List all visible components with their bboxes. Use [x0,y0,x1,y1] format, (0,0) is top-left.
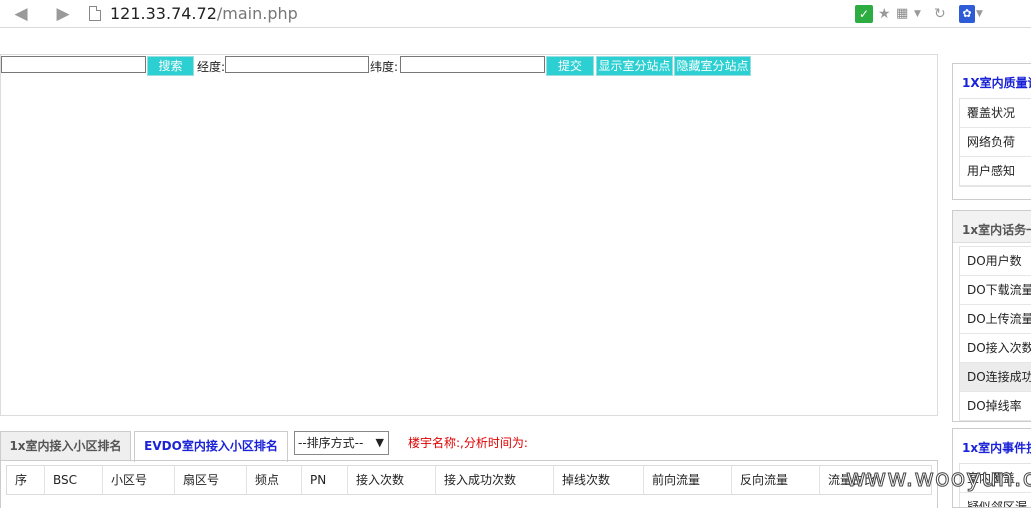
column-header[interactable]: PN [302,466,348,494]
sort-select-value: --排序方式-- [298,436,364,450]
menu-item-coverage[interactable]: 覆盖状况 [960,99,1031,128]
extension-icon[interactable]: ✓ [855,5,873,23]
paw-icon[interactable]: ✿ [959,5,975,23]
menu-item-neighbor-miss[interactable]: 疑似邻区漏 [960,493,1031,507]
panel-title: 1X室内质量评 [962,76,1031,90]
column-header[interactable]: 反向流量 [732,466,820,494]
url-host: 121.33.74.72 [110,4,217,23]
tab-evdo-ranking[interactable]: EVDO室内接入小区排名 [134,431,288,462]
latitude-label: 纬度: [370,60,399,74]
address-bar[interactable]: 121.33.74.72/main.php [110,4,298,23]
chevron-down-icon[interactable]: ▼ [976,5,983,23]
column-header[interactable]: 接入次数 [348,466,436,494]
menu-item-do-download[interactable]: DO下载流量 [960,276,1031,305]
forward-icon[interactable]: ▶ [52,4,74,24]
watermark: www.wooyun.org [846,464,1031,493]
browser-toolbar: ◀ ▶ 121.33.74.72/main.php ✓ ★ ▦ ▼ ↻ ✿ ▼ [0,0,1031,28]
menu-item-do-drop[interactable]: DO掉线率 [960,392,1031,421]
column-header[interactable]: 扇区号 [175,466,247,494]
longitude-label: 经度: [197,60,226,74]
show-sites-button[interactable]: 显示室分站点 [596,56,673,76]
quality-eval-panel: 1X室内质量评 覆盖状况 网络负荷 用户感知 [952,63,1031,200]
tab-1x-ranking[interactable]: 1x室内接入小区排名 [0,431,131,461]
map-panel[interactable] [0,54,938,416]
search-button[interactable]: 搜索 [147,56,194,76]
page-icon [89,6,101,21]
menu-item-do-success[interactable]: DO连接成功 [960,363,1031,392]
chevron-down-icon: ▼ [375,436,384,449]
column-header[interactable]: 接入成功次数 [436,466,554,494]
column-header[interactable]: 序 [7,466,45,494]
menu-item-perception[interactable]: 用户感知 [960,157,1031,186]
traffic-panel: 1x室内话务一 DO用户数 DO下载流量 DO上传流量 DO接入次数 DO连接成… [952,210,1031,422]
panel-title: 1x室内事件技 [962,441,1031,455]
menu-list: DO用户数 DO下载流量 DO上传流量 DO接入次数 DO连接成功 DO掉线率 [959,246,1031,421]
column-header[interactable]: BSC [45,466,103,494]
menu-item-do-upload[interactable]: DO上传流量 [960,305,1031,334]
latitude-input[interactable] [400,56,545,73]
qr-icon[interactable]: ▦ [896,5,908,23]
refresh-icon[interactable]: ↻ [934,5,946,23]
table-header: 序 BSC 小区号 扇区号 频点 PN 接入次数 接入成功次数 掉线次数 前向流… [6,465,932,495]
building-info: 楼宇名称:,分析时间为: [408,436,528,450]
star-icon[interactable]: ★ [878,5,891,23]
chevron-down-icon[interactable]: ▼ [914,5,921,23]
menu-item-do-access[interactable]: DO接入次数 [960,334,1031,363]
search-input[interactable] [1,56,146,73]
panel-title: 1x室内话务一 [953,211,1031,243]
column-header[interactable]: 频点 [247,466,302,494]
column-header[interactable]: 掉线次数 [554,466,644,494]
back-icon[interactable]: ◀ [10,4,32,24]
menu-item-load[interactable]: 网络负荷 [960,128,1031,157]
hide-sites-button[interactable]: 隐藏室分站点 [674,56,751,76]
column-header[interactable]: 前向流量 [644,466,732,494]
longitude-input[interactable] [225,56,369,73]
column-header[interactable]: 小区号 [103,466,175,494]
menu-item-do-users[interactable]: DO用户数 [960,247,1031,276]
submit-button[interactable]: 提交 [546,56,594,76]
sort-select[interactable]: --排序方式-- ▼ [294,431,389,455]
menu-list: 覆盖状况 网络负荷 用户感知 [959,98,1031,187]
url-path: /main.php [216,4,298,23]
